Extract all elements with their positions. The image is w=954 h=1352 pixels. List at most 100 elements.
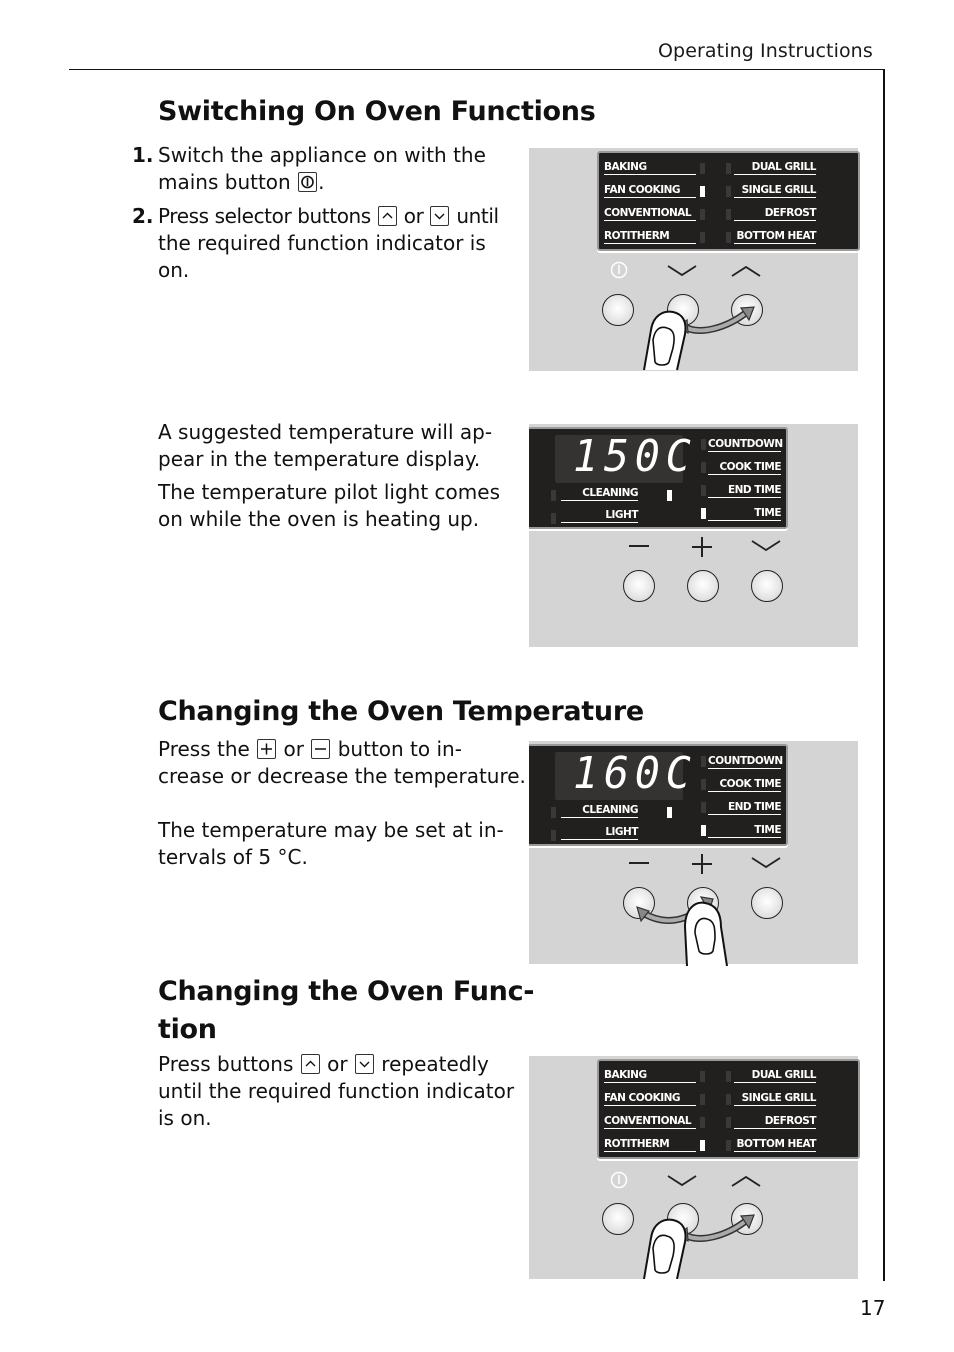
function-label-conventional: CONVENTIONAL [604,207,696,221]
indicator-countdown [701,756,706,767]
indicator-defrost [726,209,731,220]
body-text: repeatedly [381,1052,489,1076]
indicator-single-grill [726,1094,731,1105]
plus-symbol-icon [692,854,712,874]
power-symbol-icon [610,1171,628,1189]
margin-rule [883,69,885,1281]
section-title-changing-function: Changing the Oven Func- tion [158,973,535,1049]
plus-key-icon [257,739,277,759]
indicator-cleaning [551,807,556,818]
temperature-panel-1: 150C CLEANING LIGHT COUNTDOWN COOK TIME … [529,424,858,647]
temperature-readout: 160C [573,748,697,799]
label-cook-time: COOK TIME [708,778,782,792]
body-text: Press buttons [158,1052,294,1076]
section-title-switching-on: Switching On Oven Functions [158,96,596,127]
indicator-dual-grill [726,1071,731,1082]
note-line: A suggested temperature will ap- [158,420,493,444]
function-label-defrost: DEFROST [734,1115,817,1129]
function-label-dual-grill: DUAL GRILL [734,161,817,175]
running-header: Operating Instructions [658,40,873,62]
indicator-bottom-heat [726,232,731,243]
minus-button[interactable] [623,570,655,602]
temperature-pilot-light [667,490,672,501]
temperature-display: 150C CLEANING LIGHT COUNTDOWN COOK TIME … [529,427,788,529]
note-suggested-temperature: A suggested temperature will ap- pear in… [158,419,518,533]
down-arrow-key-icon [354,1054,374,1074]
indicator-rotitherm [700,1140,705,1151]
plus-symbol-icon [692,537,712,557]
indicator-conventional [700,209,705,220]
down-button[interactable] [751,887,783,919]
indicator-single-grill [726,186,731,197]
finger-press-gesture-icon [643,1214,755,1279]
minus-symbol-icon [629,545,649,547]
label-cook-time: COOK TIME [708,461,782,475]
step-text: mains button [158,170,291,194]
indicator-end-time [701,485,706,496]
function-label-baking: BAKING [604,161,696,175]
temperature-panel-2: 160C CLEANING LIGHT COUNTDOWN COOK TIME … [529,741,858,966]
finger-press-gesture-icon [636,896,728,966]
minus-symbol-icon [629,862,649,864]
step-text: Switch the appliance on with the [158,143,486,167]
step-text: Press selector buttons [158,204,371,228]
label-cleaning: CLEANING [561,487,639,501]
indicator-light [551,513,556,524]
label-countdown: COUNTDOWN [708,755,783,769]
header-rule [69,69,885,70]
step-text: the required function indicator is [158,231,486,255]
indicator-bottom-heat [726,1140,731,1151]
step-number: 1. [132,143,154,167]
function-label-conventional: CONVENTIONAL [604,1115,696,1129]
note-line: pear in the temperature display. [158,447,481,471]
step-number: 2. [132,204,154,228]
power-button[interactable] [602,1203,634,1235]
down-symbol-icon [667,1175,697,1187]
up-symbol-icon [731,1175,761,1187]
indicator-countdown [701,439,706,450]
changing-temperature-text: Press the or button to in- crease or dec… [158,736,528,871]
step-text: until [456,204,499,228]
title-line: Changing the Oven Func- [158,976,535,1007]
page-number: 17 [860,1296,886,1320]
step-text: on. [158,258,190,282]
indicator-defrost [726,1117,731,1128]
label-countdown: COUNTDOWN [708,438,783,452]
up-arrow-key-icon [300,1054,320,1074]
down-button[interactable] [751,570,783,602]
indicator-cook-time [701,462,706,473]
indicator-dual-grill [726,163,731,174]
temperature-display: 160C CLEANING LIGHT COUNTDOWN COOK TIME … [529,744,788,846]
label-end-time: END TIME [708,801,782,815]
section-title-changing-temperature: Changing the Oven Temperature [158,696,644,727]
function-label-fan-cooking: FAN COOKING [604,184,696,198]
function-display: BAKING FAN COOKING CONVENTIONAL ROTITHER… [597,151,860,251]
temperature-pilot-light [667,807,672,818]
power-key-icon [298,172,318,192]
function-panel-2: BAKING FAN COOKING CONVENTIONAL ROTITHER… [529,1056,860,1279]
step-2: 2. Press selector buttons or until the r… [132,203,528,284]
indicator-conventional [700,1117,705,1128]
indicator-cleaning [551,490,556,501]
power-button[interactable] [602,294,634,326]
indicator-fan-cooking [700,1094,705,1105]
function-label-dual-grill: DUAL GRILL [734,1069,817,1083]
plus-button[interactable] [687,570,719,602]
minus-key-icon [311,739,331,759]
label-light: LIGHT [561,826,639,840]
label-time: TIME [708,824,782,838]
down-symbol-icon [751,857,781,869]
down-symbol-icon [751,540,781,552]
indicator-end-time [701,802,706,813]
step-text: . [318,170,325,194]
power-symbol-icon [610,261,628,279]
label-end-time: END TIME [708,484,782,498]
function-label-defrost: DEFROST [734,207,817,221]
body-text: until the required function indicator [158,1079,515,1103]
body-text: or [283,737,305,761]
step-text: or [403,204,424,228]
body-text: or [327,1052,348,1076]
indicator-rotitherm [700,232,705,243]
down-symbol-icon [667,265,697,277]
lcd-window: 150C [555,431,691,483]
